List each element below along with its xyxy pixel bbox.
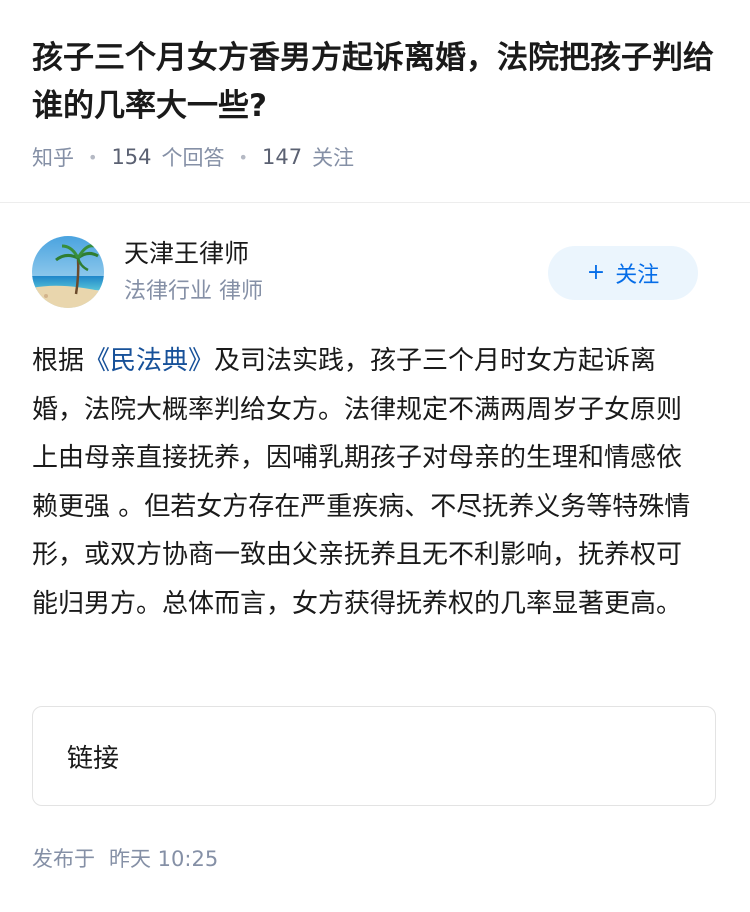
link-card-label: 链接 bbox=[67, 743, 120, 774]
separator-dot: • bbox=[88, 147, 98, 167]
publish-info: 发布于 昨天 10:25 bbox=[32, 844, 218, 874]
beach-palm-avatar-icon bbox=[32, 236, 104, 308]
plus-icon: + bbox=[586, 260, 606, 285]
link-card[interactable]: 链接 bbox=[32, 706, 716, 806]
question-meta: 知乎 • 154 个回答 • 147 关注 bbox=[32, 142, 722, 172]
follower-count: 147 bbox=[261, 145, 303, 169]
civil-code-link[interactable]: 《民法典》 bbox=[84, 346, 214, 376]
author-description: 法律行业 律师 bbox=[124, 279, 263, 304]
author-name[interactable]: 天津王律师 bbox=[124, 236, 249, 272]
question-header: 孩子三个月女方香男方起诉离婚，法院把孩子判给谁的几率大一些? 知乎 • 154 … bbox=[32, 34, 722, 172]
question-title[interactable]: 孩子三个月女方香男方起诉离婚，法院把孩子判给谁的几率大一些? bbox=[32, 34, 722, 130]
separator-dot: • bbox=[238, 147, 248, 167]
answer-count: 154 bbox=[111, 145, 152, 169]
source-label[interactable]: 知乎 bbox=[32, 142, 74, 172]
answer-content: 根据《民法典》及司法实践，孩子三个月时女方起诉离婚，法院大概率判给女方。法律规定… bbox=[32, 337, 704, 628]
section-divider bbox=[0, 202, 750, 203]
avatar[interactable] bbox=[32, 236, 104, 308]
answer-count-label[interactable]: 个回答 bbox=[162, 142, 225, 172]
follower-label[interactable]: 关注 bbox=[312, 142, 354, 172]
answer-text-rest: 及司法实践，孩子三个月时女方起诉离婚，法院大概率判给女方。法律规定不满两周岁子女… bbox=[32, 346, 691, 619]
publish-prefix: 发布于 bbox=[32, 847, 95, 871]
publish-time: 昨天 10:25 bbox=[109, 847, 219, 871]
follow-button[interactable]: + 关注 bbox=[548, 246, 698, 300]
author-card: 天津王律师 法律行业 律师 + 关注 bbox=[32, 236, 698, 308]
answer-text-start: 根据 bbox=[32, 346, 85, 376]
follow-button-label: 关注 bbox=[615, 263, 660, 288]
